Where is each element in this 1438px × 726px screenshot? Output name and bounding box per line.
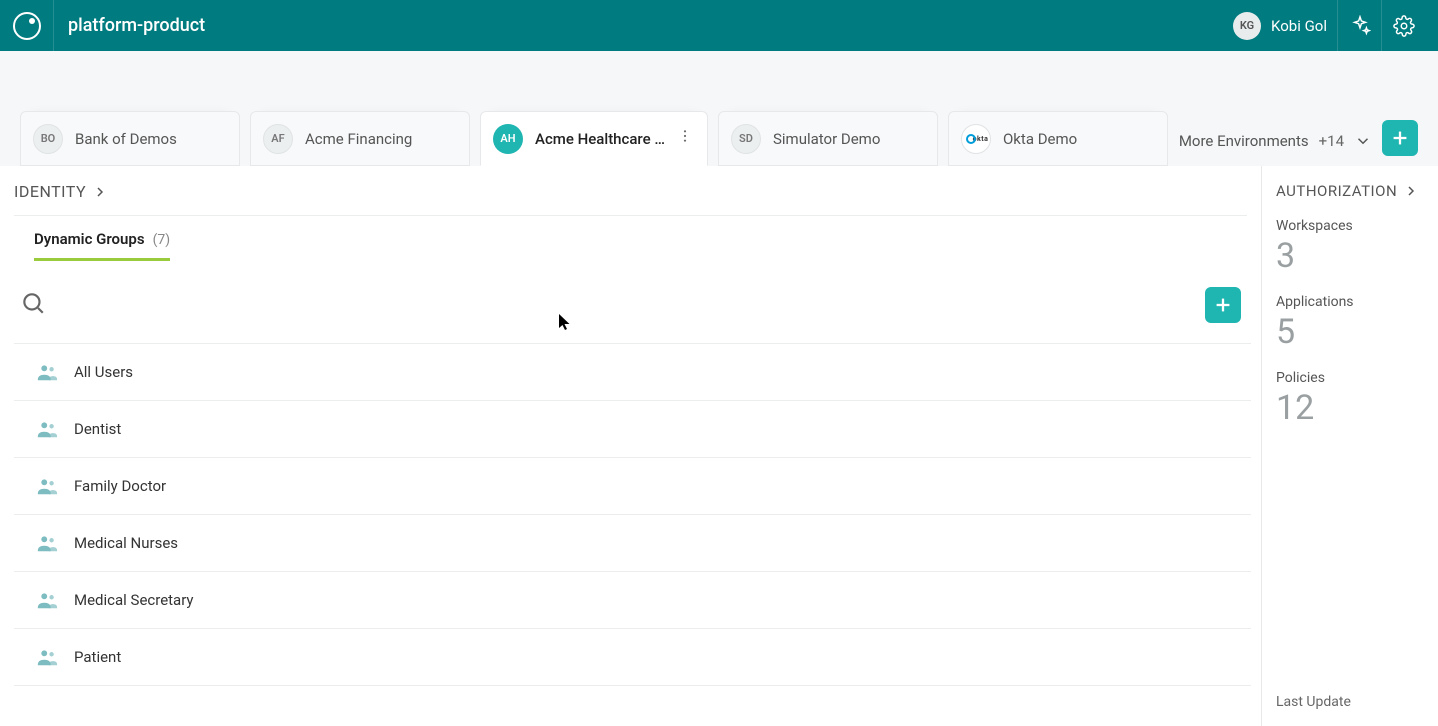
more-environments-count: +14 [1319,132,1344,150]
search-icon [20,290,46,316]
tab-row: Dynamic Groups (7) [14,216,1247,261]
plus-icon [1212,294,1234,316]
list-item-label: Dentist [74,420,121,438]
group-icon [36,646,58,668]
env-tab-bank-of-demos[interactable]: BO Bank of Demos [20,111,240,166]
tab-label: Dynamic Groups [34,230,145,248]
stat-applications-label: Applications [1276,294,1424,310]
more-environments-dropdown[interactable]: More Environments +14 [1179,132,1372,150]
kebab-icon [677,128,693,144]
authorization-breadcrumb[interactable]: AUTHORIZATION [1276,182,1424,200]
user-name: Kobi Gol [1271,17,1327,35]
stat-workspaces-value: 3 [1276,236,1424,276]
list-item[interactable]: All Users [14,344,1251,401]
group-icon [36,475,58,497]
user-avatar: KG [1233,12,1261,40]
search-button[interactable] [20,290,46,320]
env-tab-menu-button[interactable] [677,128,695,149]
stat-policies-value: 12 [1276,388,1424,428]
list-item[interactable]: Patient [14,629,1251,686]
tab-count: (7) [153,232,171,248]
chevron-right-icon [1403,183,1419,199]
group-icon [36,418,58,440]
env-tab-label: Acme Financing [305,130,457,148]
chevron-down-icon [1354,132,1372,150]
tab-dynamic-groups[interactable]: Dynamic Groups (7) [34,230,170,261]
plus-icon [1389,127,1411,149]
list-item-label: Patient [74,648,121,666]
env-tab-acme-healthcare[interactable]: AH Acme Healthcare … [480,111,708,166]
group-icon [36,589,58,611]
chevron-right-icon [92,184,108,200]
env-badge: AH [493,124,523,154]
more-environments-label: More Environments [1179,132,1309,150]
env-badge: AF [263,124,293,154]
group-icon [36,361,58,383]
env-tab-label: Simulator Demo [773,130,925,148]
authorization-label: AUTHORIZATION [1276,182,1397,200]
toolbar [14,261,1247,343]
list-item[interactable]: Medical Secretary [14,572,1251,629]
groups-list[interactable]: All Users Dentist Family Doctor Medical … [14,343,1251,726]
list-item-label: Medical Secretary [74,591,194,609]
stat-applications-value: 5 [1276,312,1424,352]
env-tab-label: Bank of Demos [75,130,227,148]
list-item[interactable]: Family Doctor [14,458,1251,515]
authorization-panel: AUTHORIZATION Workspaces 3 Applications … [1262,166,1438,726]
env-tab-label: Okta Demo [1003,130,1155,148]
app-header: platform-product KG Kobi Gol [0,0,1438,51]
list-item[interactable]: Medical Nurses [14,515,1251,572]
env-tab-simulator-demo[interactable]: SD Simulator Demo [718,111,938,166]
gear-icon [1393,15,1415,37]
main-content: IDENTITY Dynamic Groups (7) All Users [0,166,1438,726]
list-item-label: All Users [74,363,133,381]
last-update-label: Last Update [1276,694,1424,710]
settings-button[interactable] [1382,0,1426,51]
env-tab-okta-demo[interactable]: okta Okta Demo [948,111,1168,166]
app-title: platform-product [54,15,1233,36]
add-environment-button[interactable] [1382,120,1418,156]
stat-policies-label: Policies [1276,370,1424,386]
sparkle-icon [1349,15,1371,37]
app-logo[interactable] [0,0,54,51]
list-item-label: Family Doctor [74,477,166,495]
stat-workspaces-label: Workspaces [1276,218,1424,234]
logo-icon [13,12,41,40]
environment-bar: BO Bank of Demos AF Acme Financing AH Ac… [0,51,1438,166]
add-group-button[interactable] [1205,287,1241,323]
env-tab-label: Acme Healthcare … [535,130,665,148]
identity-breadcrumb[interactable]: IDENTITY [14,182,1247,216]
env-badge: BO [33,124,63,154]
breadcrumb-label: IDENTITY [14,182,86,201]
env-badge: SD [731,124,761,154]
env-tab-acme-financing[interactable]: AF Acme Financing [250,111,470,166]
sparkle-button[interactable] [1338,0,1382,51]
list-item[interactable]: Dentist [14,401,1251,458]
user-menu[interactable]: KG Kobi Gol [1233,0,1338,51]
okta-badge-icon: okta [961,124,991,154]
identity-panel: IDENTITY Dynamic Groups (7) All Users [0,166,1262,726]
group-icon [36,532,58,554]
list-item-label: Medical Nurses [74,534,178,552]
